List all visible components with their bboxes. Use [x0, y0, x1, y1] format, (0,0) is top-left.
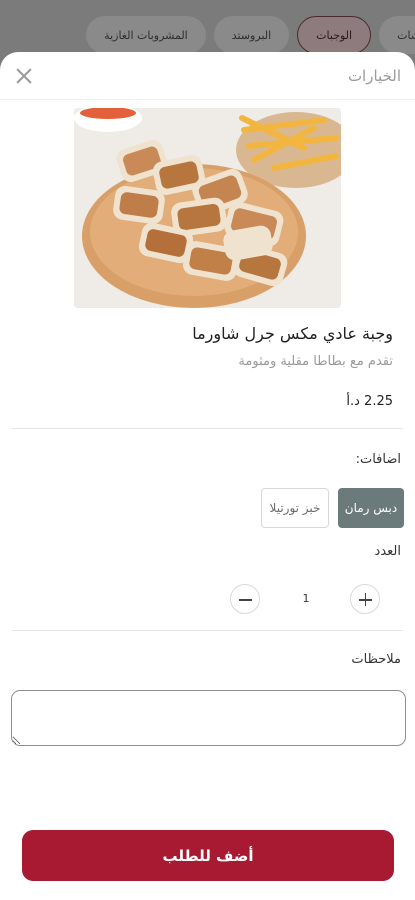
notes-label: ملاحظات: [351, 652, 401, 667]
product-price: 2.25 د.أ: [346, 394, 393, 409]
quantity-increment-button[interactable]: [350, 584, 380, 614]
close-icon[interactable]: [12, 64, 36, 88]
options-sheet: الخيارات وجبة عادي مكس جرل شاورما تقدم م…: [0, 52, 415, 900]
divider: [12, 428, 403, 429]
category-pill-meals[interactable]: الوجبات: [297, 16, 372, 54]
product-image: [74, 108, 341, 308]
addons-label: اضافات:: [355, 452, 401, 467]
add-to-order-button[interactable]: أضف للطلب: [22, 830, 394, 881]
category-pill-soft-drinks[interactable]: المشروبات الغازية: [86, 16, 206, 54]
sheet-title: الخيارات: [347, 66, 401, 85]
category-bar: بتشات الوجبات البروستد المشروبات الغازية: [0, 0, 415, 60]
sheet-header: الخيارات: [0, 52, 415, 100]
quantity-decrement-button[interactable]: [230, 584, 260, 614]
notes-field[interactable]: [11, 690, 406, 746]
quantity-label: العدد: [374, 544, 401, 559]
plus-icon-vertical: [364, 593, 367, 606]
addon-tortilla-bread[interactable]: خبز تورتيلا: [261, 488, 329, 528]
page: بتشات الوجبات البروستد المشروبات الغازية…: [0, 0, 415, 900]
category-pill-broasted[interactable]: البروستد: [213, 16, 290, 54]
addon-pomegranate-molasses[interactable]: دبس رمان: [338, 488, 404, 528]
product-description: تقدم مع بطاطا مقلية ومثومة: [238, 354, 393, 369]
divider: [12, 630, 403, 631]
product-name: وجبة عادي مكس جرل شاورما: [192, 324, 393, 343]
category-pill-sandwiches[interactable]: بتشات: [379, 16, 415, 54]
minus-icon: [239, 599, 252, 601]
quantity-value: 1: [302, 592, 310, 605]
